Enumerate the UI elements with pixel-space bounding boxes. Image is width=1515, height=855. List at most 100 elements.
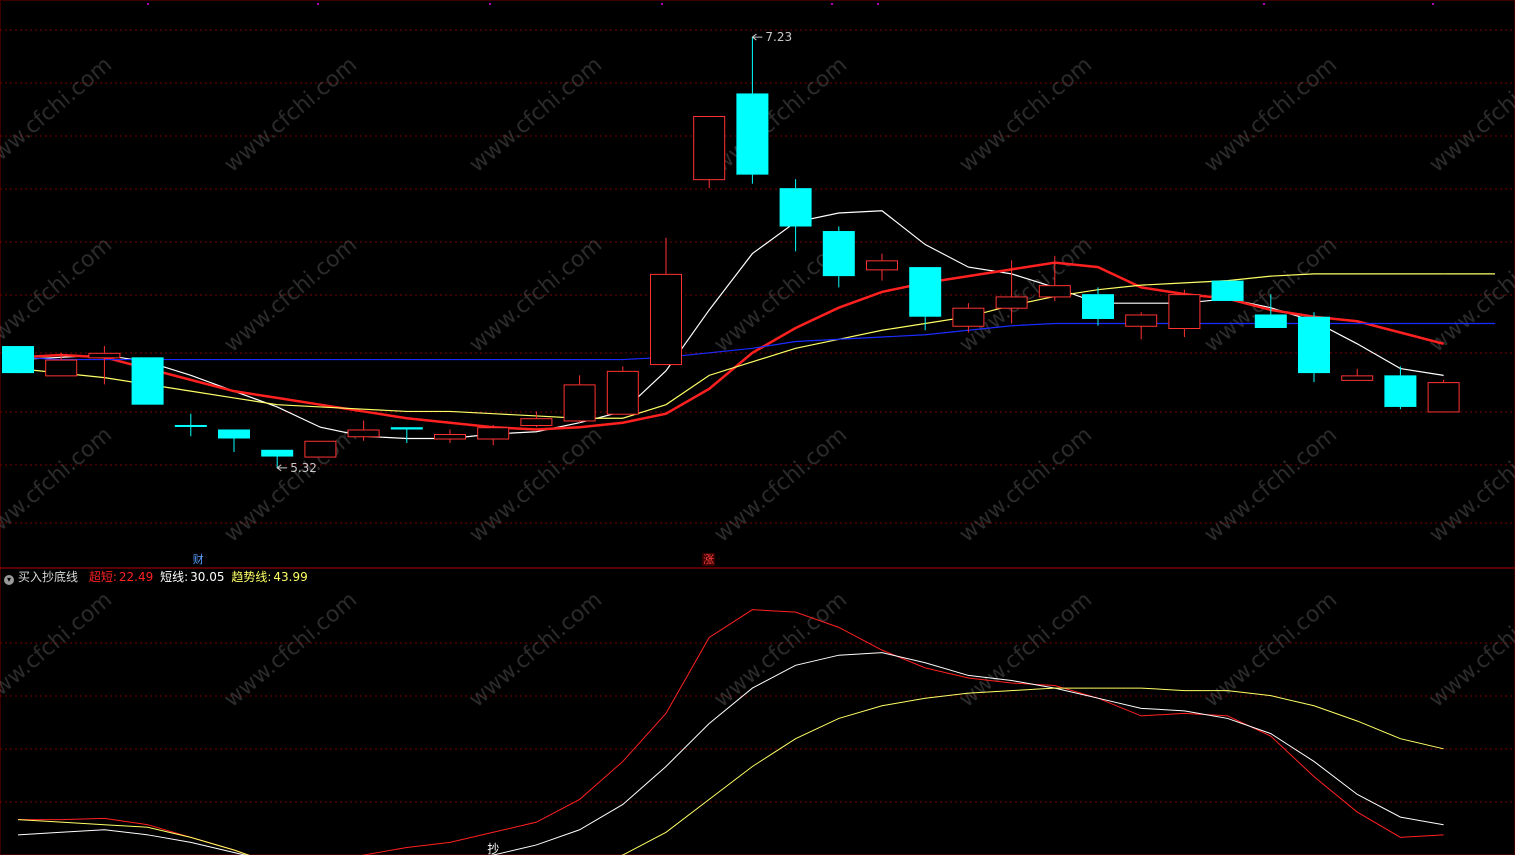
legend-item-qushixian: 趋势线: 43.99 — [231, 570, 307, 584]
candle — [1384, 366, 1417, 410]
candle — [866, 253, 898, 281]
low-label: 5.32 — [290, 461, 317, 475]
candle — [1427, 379, 1460, 413]
candle — [736, 37, 769, 184]
candle-body-up — [995, 296, 1028, 309]
candle-body-up — [693, 116, 726, 181]
candle-body-down — [822, 231, 855, 277]
candle-body-down — [909, 267, 942, 317]
candle-body-down — [2, 346, 34, 374]
top-tick-mark — [831, 3, 833, 5]
marker-cai-badge: 财 — [192, 553, 205, 566]
watermark-text: www.cfchi.com — [465, 422, 607, 547]
candle — [693, 116, 726, 189]
candle — [650, 237, 682, 366]
candle-body-up — [434, 434, 466, 440]
watermark-text: www.cfchi.com — [1425, 587, 1515, 712]
top-tick-mark — [1432, 3, 1434, 5]
candle-body-up — [1125, 314, 1158, 327]
high-label: 7.23 — [765, 30, 792, 44]
indicator-line-2 — [17, 687, 1444, 855]
candle-body-down — [1254, 314, 1287, 328]
watermark-text: www.cfchi.com — [1200, 52, 1342, 177]
high-arrow — [751, 33, 763, 41]
indicator-legend: ▾ 买入抄底线 超短: 22.49 短线: 30.05 趋势线: 43.99 — [4, 569, 311, 585]
watermark-text: www.cfchi.com — [465, 52, 607, 177]
watermark-text: www.cfchi.com — [955, 587, 1097, 712]
candle-body-up — [1427, 382, 1460, 413]
candle-body-down — [390, 427, 423, 430]
candle — [1298, 312, 1330, 383]
candle-body-down — [174, 424, 207, 427]
top-tick-mark — [147, 3, 149, 5]
legend-value: 30.05 — [190, 570, 225, 584]
candle-body-up — [563, 384, 596, 422]
candle — [434, 429, 466, 444]
candle — [1211, 280, 1244, 301]
watermark-text: www.cfchi.com — [220, 422, 362, 547]
candle-body-up — [45, 359, 78, 377]
top-tick-mark — [1263, 3, 1265, 5]
candle-body-down — [131, 357, 164, 405]
candle — [390, 427, 423, 444]
candle-body-down — [1211, 280, 1244, 301]
candle — [909, 267, 942, 331]
watermark-text: www.cfchi.com — [710, 422, 852, 547]
candle — [2, 346, 34, 374]
candle-body-up — [952, 307, 985, 327]
watermark-text: www.cfchi.com — [0, 232, 117, 357]
candle-body-down — [1384, 375, 1417, 407]
watermark-text: www.cfchi.com — [0, 52, 117, 177]
watermark-text: www.cfchi.com — [955, 422, 1097, 547]
legend-label: 超短: — [88, 570, 117, 584]
candle — [1125, 312, 1158, 340]
candle — [606, 366, 639, 415]
top-tick-mark — [877, 3, 879, 5]
stock-chart: www.cfchi.com www.cfchi.com www.cfchi.com w… — [0, 0, 1515, 855]
candle — [822, 226, 855, 288]
watermark-text: www.cfchi.com — [220, 587, 362, 712]
legend-item-chaoduan: 超短: 22.49 — [89, 570, 157, 584]
collapse-icon[interactable]: ▾ — [4, 575, 14, 585]
candle — [1082, 287, 1114, 326]
candle — [477, 424, 510, 446]
candle-body-down — [218, 429, 250, 439]
watermark-text: www.cfchi.com — [1425, 232, 1515, 357]
candle — [779, 179, 812, 252]
candle — [563, 375, 596, 423]
candle-body-up — [1038, 285, 1071, 298]
candle-body-down — [1082, 294, 1114, 319]
candle-body-down — [736, 93, 769, 175]
watermark-text: www.cfchi.com — [1425, 422, 1515, 547]
watermark-text: www.cfchi.com — [0, 587, 117, 712]
candle-body-down — [779, 188, 812, 227]
legend-label: 趋势线: — [231, 570, 272, 584]
candle-body-up — [477, 427, 510, 440]
legend-item-duanxian: 短线: 30.05 — [160, 570, 228, 584]
candle — [1341, 368, 1374, 381]
candle-body-up — [347, 429, 380, 438]
candle-body-down — [1298, 316, 1330, 374]
candle-body-up — [1168, 294, 1201, 330]
marker-zhang-badge: 涨 — [702, 553, 716, 566]
watermark-text: www.cfchi.com — [0, 422, 117, 547]
candle — [520, 411, 553, 428]
candle-body-up — [1341, 375, 1374, 381]
watermark-text: www.cfchi.com — [1200, 587, 1342, 712]
candle-body-up — [650, 273, 682, 366]
candle — [88, 346, 121, 385]
candle — [174, 413, 207, 437]
candle-body-up — [88, 352, 121, 359]
low-arrow — [276, 464, 288, 472]
watermark-text: www.cfchi.com — [220, 52, 362, 177]
candle — [304, 440, 337, 458]
indicator-marker-chao: 抄 — [487, 842, 499, 855]
top-tick-mark — [489, 3, 491, 5]
indicator-lines — [17, 609, 1444, 855]
candle — [218, 429, 250, 453]
candle-body-up — [866, 260, 898, 271]
watermark-text: www.cfchi.com — [710, 52, 852, 177]
watermark-text: www.cfchi.com — [465, 587, 607, 712]
candle-body-up — [606, 370, 639, 415]
top-tick-mark — [317, 3, 319, 5]
